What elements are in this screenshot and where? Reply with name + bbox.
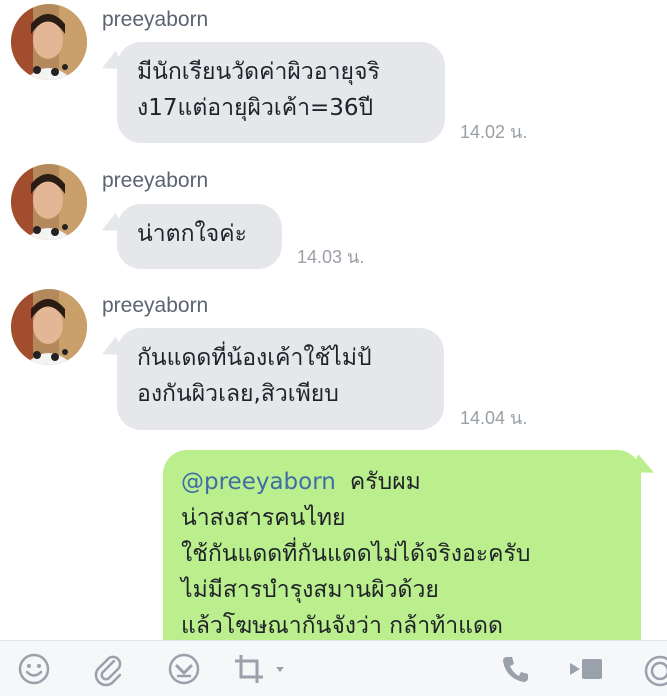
message-text: น่าสงสารคนไทย — [181, 505, 346, 531]
message-text: น่าตกใจค่ะ — [137, 221, 247, 247]
message-text: ครับผม — [349, 469, 421, 495]
message-text: กันแดดที่น้องเค้าใช้ไม่ป้ — [137, 345, 372, 371]
emoji-icon[interactable] — [16, 651, 52, 687]
bubble-tail — [629, 454, 659, 482]
sender-name: preeyaborn — [102, 169, 209, 192]
message-text: ไม่มีสารบำรุงสมานผิวด้วย — [181, 577, 439, 603]
video-icon[interactable] — [568, 651, 604, 687]
mention-link[interactable]: @preeyaborn — [181, 469, 336, 495]
avatar[interactable] — [11, 4, 87, 80]
crop-icon[interactable] — [232, 651, 292, 687]
message-timestamp: 14.03 น. — [297, 247, 365, 267]
chat-toolbar — [0, 640, 667, 696]
message-bubble[interactable]: น่าตกใจค่ะ — [97, 204, 282, 269]
message-text: ง17แต่อายุผิวเค้า=36ปี — [137, 95, 374, 121]
bubble-tail — [97, 336, 125, 364]
message-timestamp: 14.04 น. — [460, 408, 528, 428]
avatar[interactable] — [11, 289, 87, 365]
attachment-icon[interactable] — [90, 651, 126, 687]
message-text: แล้วโฆษณากันจังว่า กล้าท้าแดด — [181, 613, 503, 639]
message-bubble[interactable]: กันแดดที่น้องเค้าใช้ไม่ป้ องกันผิวเลย,สิ… — [97, 328, 444, 430]
chat-area: preeyaborn มีนักเรียนวัดค่าผิวอายุจริ ง1… — [0, 0, 667, 640]
outgoing-message-bubble[interactable]: @preeyaborn ครับผม น่าสงสารคนไทย ใช้กันแด… — [163, 450, 659, 640]
message-bubble[interactable]: มีนักเรียนวัดค่าผิวอายุจริ ง17แต่อายุผิว… — [97, 42, 445, 143]
bubble-tail — [97, 212, 125, 240]
sender-name: preeyaborn — [102, 294, 209, 317]
phone-icon[interactable] — [498, 651, 534, 687]
download-icon[interactable] — [166, 651, 202, 687]
sender-name: preeyaborn — [102, 8, 209, 31]
avatar[interactable] — [11, 164, 87, 240]
message-text: มีนักเรียนวัดค่าผิวอายุจริ — [137, 59, 380, 85]
message-text: ใช้กันแดดที่กันแดดไม่ได้จริงอะครับ — [181, 541, 531, 567]
bubble-tail — [97, 50, 125, 78]
message-text: องกันผิวเลย,สิวเพียบ — [137, 381, 339, 407]
message-timestamp: 14.02 น. — [460, 122, 528, 142]
voice-icon[interactable] — [640, 651, 667, 687]
